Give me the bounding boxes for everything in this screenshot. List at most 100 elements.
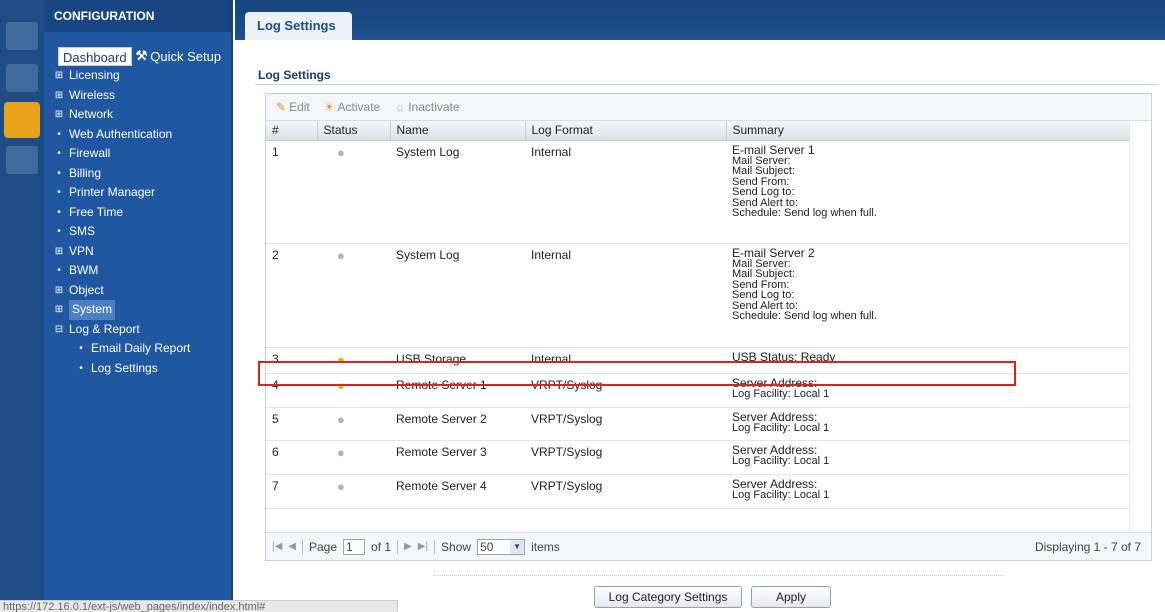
inactivate-button[interactable]: ☼ Inactivate xyxy=(394,100,459,114)
dashboard-panel-icon[interactable] xyxy=(6,22,38,50)
sidebar-menu: ⊞ Licensing ⊞ Wireless ⊞ Network • Web Authenti… xyxy=(44,66,231,378)
table-row[interactable]: 6 ● Remote Server 3 VRPT/Syslog Server Addre… xyxy=(266,440,1131,475)
column-header-status[interactable]: Status xyxy=(317,121,391,141)
collapse-icon: ⊟ xyxy=(54,323,64,335)
log-category-settings-button[interactable]: Log Category Settings xyxy=(594,586,742,608)
row-log-format: VRPT/Syslog xyxy=(525,407,726,441)
summary-line: E-mail Server 1 xyxy=(732,142,815,157)
pager-separator xyxy=(302,539,303,554)
inactivate-label: Inactivate xyxy=(408,100,460,114)
column-header-log-format[interactable]: Log Format xyxy=(525,121,727,141)
next-page-icon[interactable]: ▶ xyxy=(404,541,412,552)
row-number: 6 xyxy=(266,440,317,475)
row-number: 1 xyxy=(266,140,317,244)
button-divider xyxy=(433,575,1003,576)
sidebar-item[interactable]: • BWM xyxy=(44,261,231,281)
bullet-icon: • xyxy=(79,343,83,354)
column-header-summary[interactable]: Summary xyxy=(726,121,1132,141)
row-status: ● xyxy=(317,243,390,348)
sidebar-shortcuts: Dashboard ⚒ Quick Setup xyxy=(44,46,231,66)
sidebar-item-label: SMS xyxy=(69,224,96,238)
last-page-icon[interactable]: ▶| xyxy=(418,541,428,552)
browser-status-url: https://172.16.0.1/ext-js/web_pages/inde… xyxy=(0,600,398,612)
sidebar-item-label: System xyxy=(69,300,116,320)
sidebar-item-label: Object xyxy=(69,282,104,297)
page-size-select[interactable]: 50 ▼ xyxy=(477,538,526,555)
pager-separator xyxy=(434,539,436,554)
sidebar-item[interactable]: • Billing xyxy=(44,164,231,184)
row-name: Remote Server 4 xyxy=(390,474,525,509)
row-number: 7 xyxy=(266,474,317,509)
sidebar-item[interactable]: ⊞ Object xyxy=(44,281,231,301)
sidebar-item[interactable]: ⊞ System xyxy=(44,300,231,320)
sidebar-item-label: VPN xyxy=(69,243,94,258)
row-summary: Server Address: Log Facility: Local 1 xyxy=(726,407,1131,441)
sidebar-item[interactable]: • Web Authentication xyxy=(44,125,231,145)
sidebar-item[interactable]: • SMS xyxy=(44,222,231,242)
sidebar-item-label: Log Settings xyxy=(91,360,158,375)
dashboard-button[interactable]: Dashboard xyxy=(58,46,132,66)
configuration-gear-icon[interactable] xyxy=(4,102,40,138)
title-divider xyxy=(255,84,1158,85)
previous-page-icon[interactable]: ◀ xyxy=(288,541,296,552)
bullet-icon: • xyxy=(79,362,83,374)
quick-setup-button[interactable]: ⚒ Quick Setup xyxy=(136,48,221,64)
grid-scrollbar[interactable] xyxy=(1129,121,1151,532)
sidebar-item[interactable]: • Free Time xyxy=(44,203,231,223)
sidebar-item-label: Wireless xyxy=(69,87,116,102)
summary-line: Server Address: xyxy=(732,442,818,457)
bullet-icon: • xyxy=(57,128,61,140)
row-status: ● xyxy=(317,407,390,441)
row-name: System Log xyxy=(390,140,525,244)
sidebar-item[interactable]: • Firewall xyxy=(44,144,231,164)
maintenance-panel-icon[interactable] xyxy=(6,146,38,174)
column-header-name[interactable]: Name xyxy=(390,121,526,141)
monitor-panel-icon[interactable] xyxy=(6,64,38,92)
apply-button[interactable]: Apply xyxy=(751,586,831,608)
sidebar-item[interactable]: • Printer Manager xyxy=(44,183,231,203)
bulb-off-icon: ☼ xyxy=(394,100,406,114)
row-number: 5 xyxy=(266,407,317,441)
table-row[interactable]: 1 ● System Log Internal E-mail Server 1 Mail … xyxy=(266,140,1131,244)
bulb-off-icon: ● xyxy=(337,411,345,427)
sidebar-item[interactable]: ⊞ Licensing xyxy=(44,66,231,86)
log-settings-grid: ✎ Edit ☀ Activate ☼ Inactivate # Status … xyxy=(265,93,1152,561)
column-header-number[interactable]: # xyxy=(266,121,318,141)
bullet-icon: • xyxy=(57,167,61,179)
sidebar-header: CONFIGURATION xyxy=(44,0,231,32)
sidebar-item[interactable]: • Email Daily Report xyxy=(44,339,231,359)
usb-storage-row-highlight xyxy=(258,361,1016,386)
bullet-icon: • xyxy=(57,187,61,198)
grid-toolbar: ✎ Edit ☀ Activate ☼ Inactivate xyxy=(266,94,1151,121)
table-row[interactable]: 2 ● System Log Internal E-mail Server 2 Mail … xyxy=(266,243,1131,348)
summary-line: Mail Subject: xyxy=(732,268,795,280)
edit-icon: ✎ xyxy=(276,100,287,114)
summary-line: Server Address: xyxy=(732,476,818,491)
bullet-icon: • xyxy=(57,148,61,159)
page-number-input[interactable]: 1 xyxy=(343,538,366,555)
row-summary: Server Address: Log Facility: Local 1 xyxy=(726,440,1131,475)
sidebar-item-label: Log & Report xyxy=(69,321,140,336)
summary-line: E-mail Server 2 xyxy=(732,245,815,260)
table-row[interactable]: 7 ● Remote Server 4 VRPT/Syslog Server Addre… xyxy=(266,474,1131,509)
edit-button[interactable]: ✎ Edit xyxy=(276,100,310,114)
first-page-icon[interactable]: |◀ xyxy=(272,541,282,552)
quick-setup-label: Quick Setup xyxy=(150,48,222,64)
sidebar-item[interactable]: ⊟ Log & Report xyxy=(44,320,231,340)
row-name: System Log xyxy=(390,243,525,348)
summary-line: Send Log to: xyxy=(732,186,795,198)
row-summary: E-mail Server 2 Mail Server: Mail Subject:… xyxy=(726,243,1131,348)
tab-log-settings[interactable]: Log Settings xyxy=(245,12,352,40)
page-count-label: of 1 xyxy=(371,539,392,554)
row-log-format: Internal xyxy=(525,140,726,244)
sidebar-item[interactable]: ⊞ Network xyxy=(44,105,231,125)
table-row[interactable]: 5 ● Remote Server 2 VRPT/Syslog Server Addre… xyxy=(266,407,1131,441)
pagination-bar: |◀ ◀ Page 1 of 1 ▶ ▶| Show 50 ▼ items Di… xyxy=(266,532,1151,560)
row-log-format: VRPT/Syslog xyxy=(525,440,726,475)
sidebar-item[interactable]: ⊞ VPN xyxy=(44,242,231,262)
activate-button[interactable]: ☀ Activate xyxy=(324,100,380,114)
sidebar-item[interactable]: ⊞ Wireless xyxy=(44,86,231,106)
items-label: items xyxy=(531,539,560,554)
sidebar-item[interactable]: • Log Settings xyxy=(44,359,231,379)
icon-strip xyxy=(0,0,44,612)
